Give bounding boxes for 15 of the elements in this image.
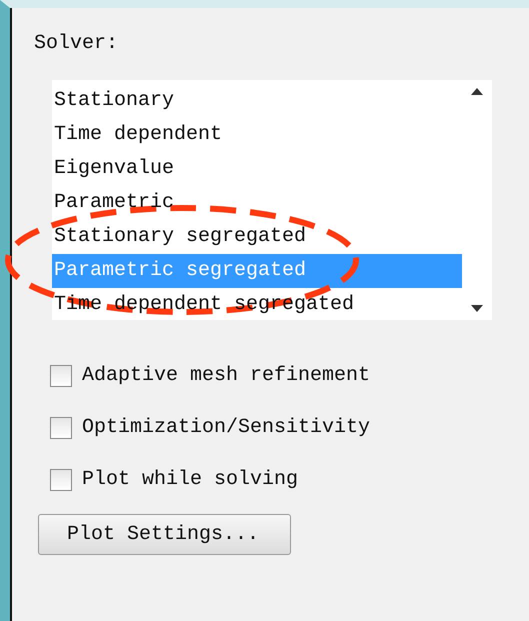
- solver-list-item[interactable]: Parametric: [52, 186, 462, 220]
- checkbox[interactable]: [50, 365, 72, 387]
- scroll-down-icon[interactable]: [471, 305, 483, 312]
- plot-settings-button[interactable]: Plot Settings...: [38, 514, 291, 555]
- checkbox[interactable]: [50, 417, 72, 439]
- solver-list-item[interactable]: Eigenvalue: [52, 152, 462, 186]
- checkbox[interactable]: [50, 469, 72, 491]
- checkbox-label: Plot while solving: [82, 468, 298, 492]
- solver-list-item[interactable]: Time dependent: [52, 118, 462, 152]
- solver-list-item[interactable]: Stationary: [52, 84, 462, 118]
- solver-list-item[interactable]: Stationary segregated: [52, 220, 462, 254]
- checkbox-label: Adaptive mesh refinement: [82, 364, 370, 388]
- scroll-up-icon[interactable]: [471, 88, 483, 95]
- solver-label: Solver:: [34, 32, 120, 56]
- checkbox-label: Optimization/Sensitivity: [82, 416, 370, 440]
